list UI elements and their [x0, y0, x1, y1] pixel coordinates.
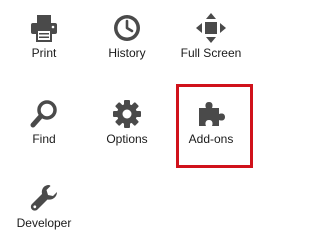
menu-panel: Print History Full Screen Find Options A…	[0, 0, 271, 242]
magnifier-icon	[28, 98, 60, 130]
gear-icon	[111, 98, 143, 130]
developer-label: Developer	[16, 216, 72, 230]
clock-icon	[111, 12, 143, 44]
print-label: Print	[31, 46, 57, 60]
history-label: History	[108, 46, 146, 60]
wrench-icon	[28, 182, 60, 214]
find-label: Find	[32, 132, 56, 146]
expand-arrows-icon	[195, 12, 227, 44]
history-button[interactable]: History	[83, 0, 171, 66]
full-screen-label: Full Screen	[180, 46, 242, 60]
printer-icon	[28, 12, 60, 44]
full-screen-button[interactable]: Full Screen	[167, 0, 255, 66]
add-ons-highlight-box	[176, 84, 253, 168]
find-button[interactable]: Find	[0, 86, 88, 152]
options-button[interactable]: Options	[83, 86, 171, 152]
developer-button[interactable]: Developer	[0, 170, 88, 236]
options-label: Options	[106, 132, 148, 146]
print-button[interactable]: Print	[0, 0, 88, 66]
